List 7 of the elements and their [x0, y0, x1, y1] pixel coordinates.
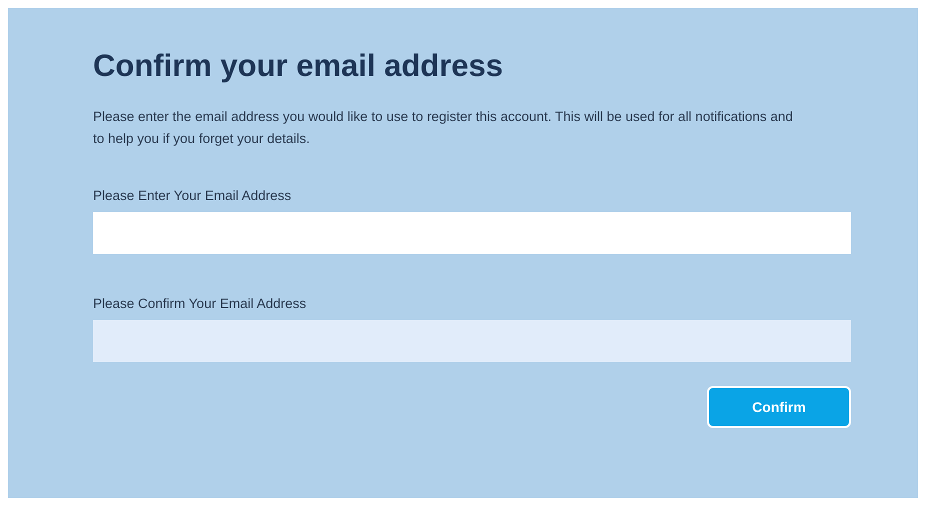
field-label: Please Enter Your Email Address [93, 187, 292, 205]
field-label: Please Confirm Your Email Address [93, 295, 308, 313]
confirm-button[interactable]: Confirm [707, 386, 851, 428]
form-title: Confirm your email address [93, 47, 504, 85]
email-field[interactable] [93, 320, 851, 362]
form-description: Please enter the email address you would like to use to register this account. This will be used for all notifications and to help you if you forget your details. [93, 108, 793, 148]
email-field[interactable] [93, 212, 851, 254]
